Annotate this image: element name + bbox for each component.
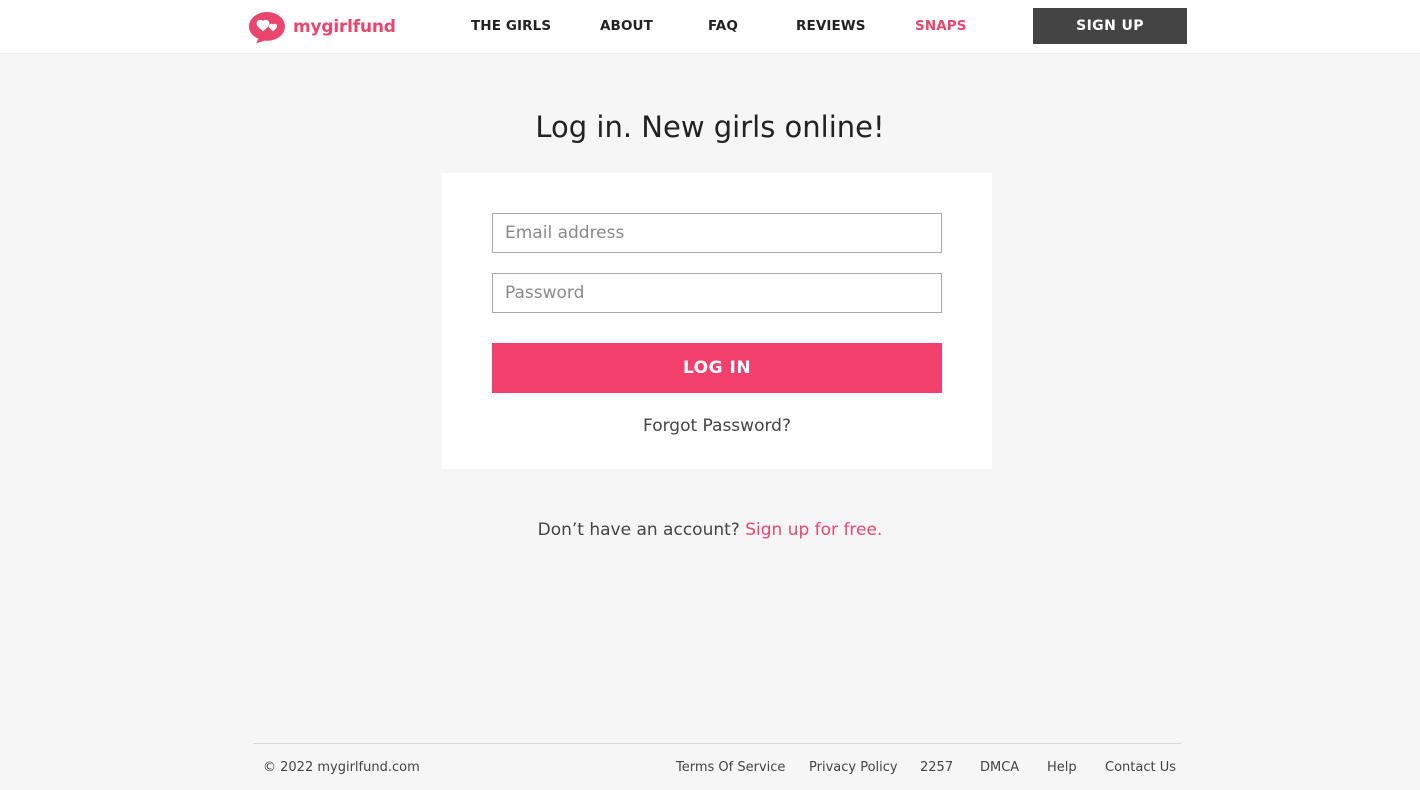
email-input[interactable] — [492, 213, 942, 253]
copyright: © 2022 mygirlfund.com — [263, 760, 420, 775]
page-title: Log in. New girls online! — [535, 110, 885, 144]
nav-item-snaps[interactable]: SNAPS — [915, 18, 967, 34]
footer-link-privacy[interactable]: Privacy Policy — [809, 760, 898, 775]
password-input[interactable] — [492, 273, 942, 313]
footer-link-contact[interactable]: Contact Us — [1105, 760, 1176, 775]
footer-divider — [253, 743, 1181, 744]
brand-name: mygirlfund — [293, 17, 396, 37]
login-card: LOG IN Forgot Password? — [442, 173, 992, 469]
brand-logo[interactable]: mygirlfund — [248, 10, 396, 44]
hearts-bubble-icon — [249, 12, 285, 44]
footer-link-terms[interactable]: Terms Of Service — [676, 760, 785, 775]
login-button[interactable]: LOG IN — [492, 343, 942, 393]
nav-item-reviews[interactable]: REVIEWS — [796, 18, 866, 34]
header-signup-button[interactable]: SIGN UP — [1033, 8, 1187, 44]
footer-link-help[interactable]: Help — [1047, 760, 1077, 775]
nav-item-the-girls[interactable]: THE GIRLS — [471, 18, 551, 34]
nav-item-about[interactable]: ABOUT — [600, 18, 653, 34]
nav-item-faq[interactable]: FAQ — [708, 18, 738, 34]
forgot-password-link[interactable]: Forgot Password? — [442, 416, 992, 436]
footer-link-2257[interactable]: 2257 — [920, 760, 953, 775]
signup-free-link[interactable]: Sign up for free. — [745, 520, 882, 540]
signup-prompt-text: Don’t have an account? — [537, 520, 746, 540]
footer-link-dmca[interactable]: DMCA — [980, 760, 1019, 775]
site-header: mygirlfund THE GIRLS ABOUT FAQ REVIEWS S… — [0, 0, 1420, 54]
signup-prompt: Don’t have an account? Sign up for free. — [0, 520, 1420, 540]
